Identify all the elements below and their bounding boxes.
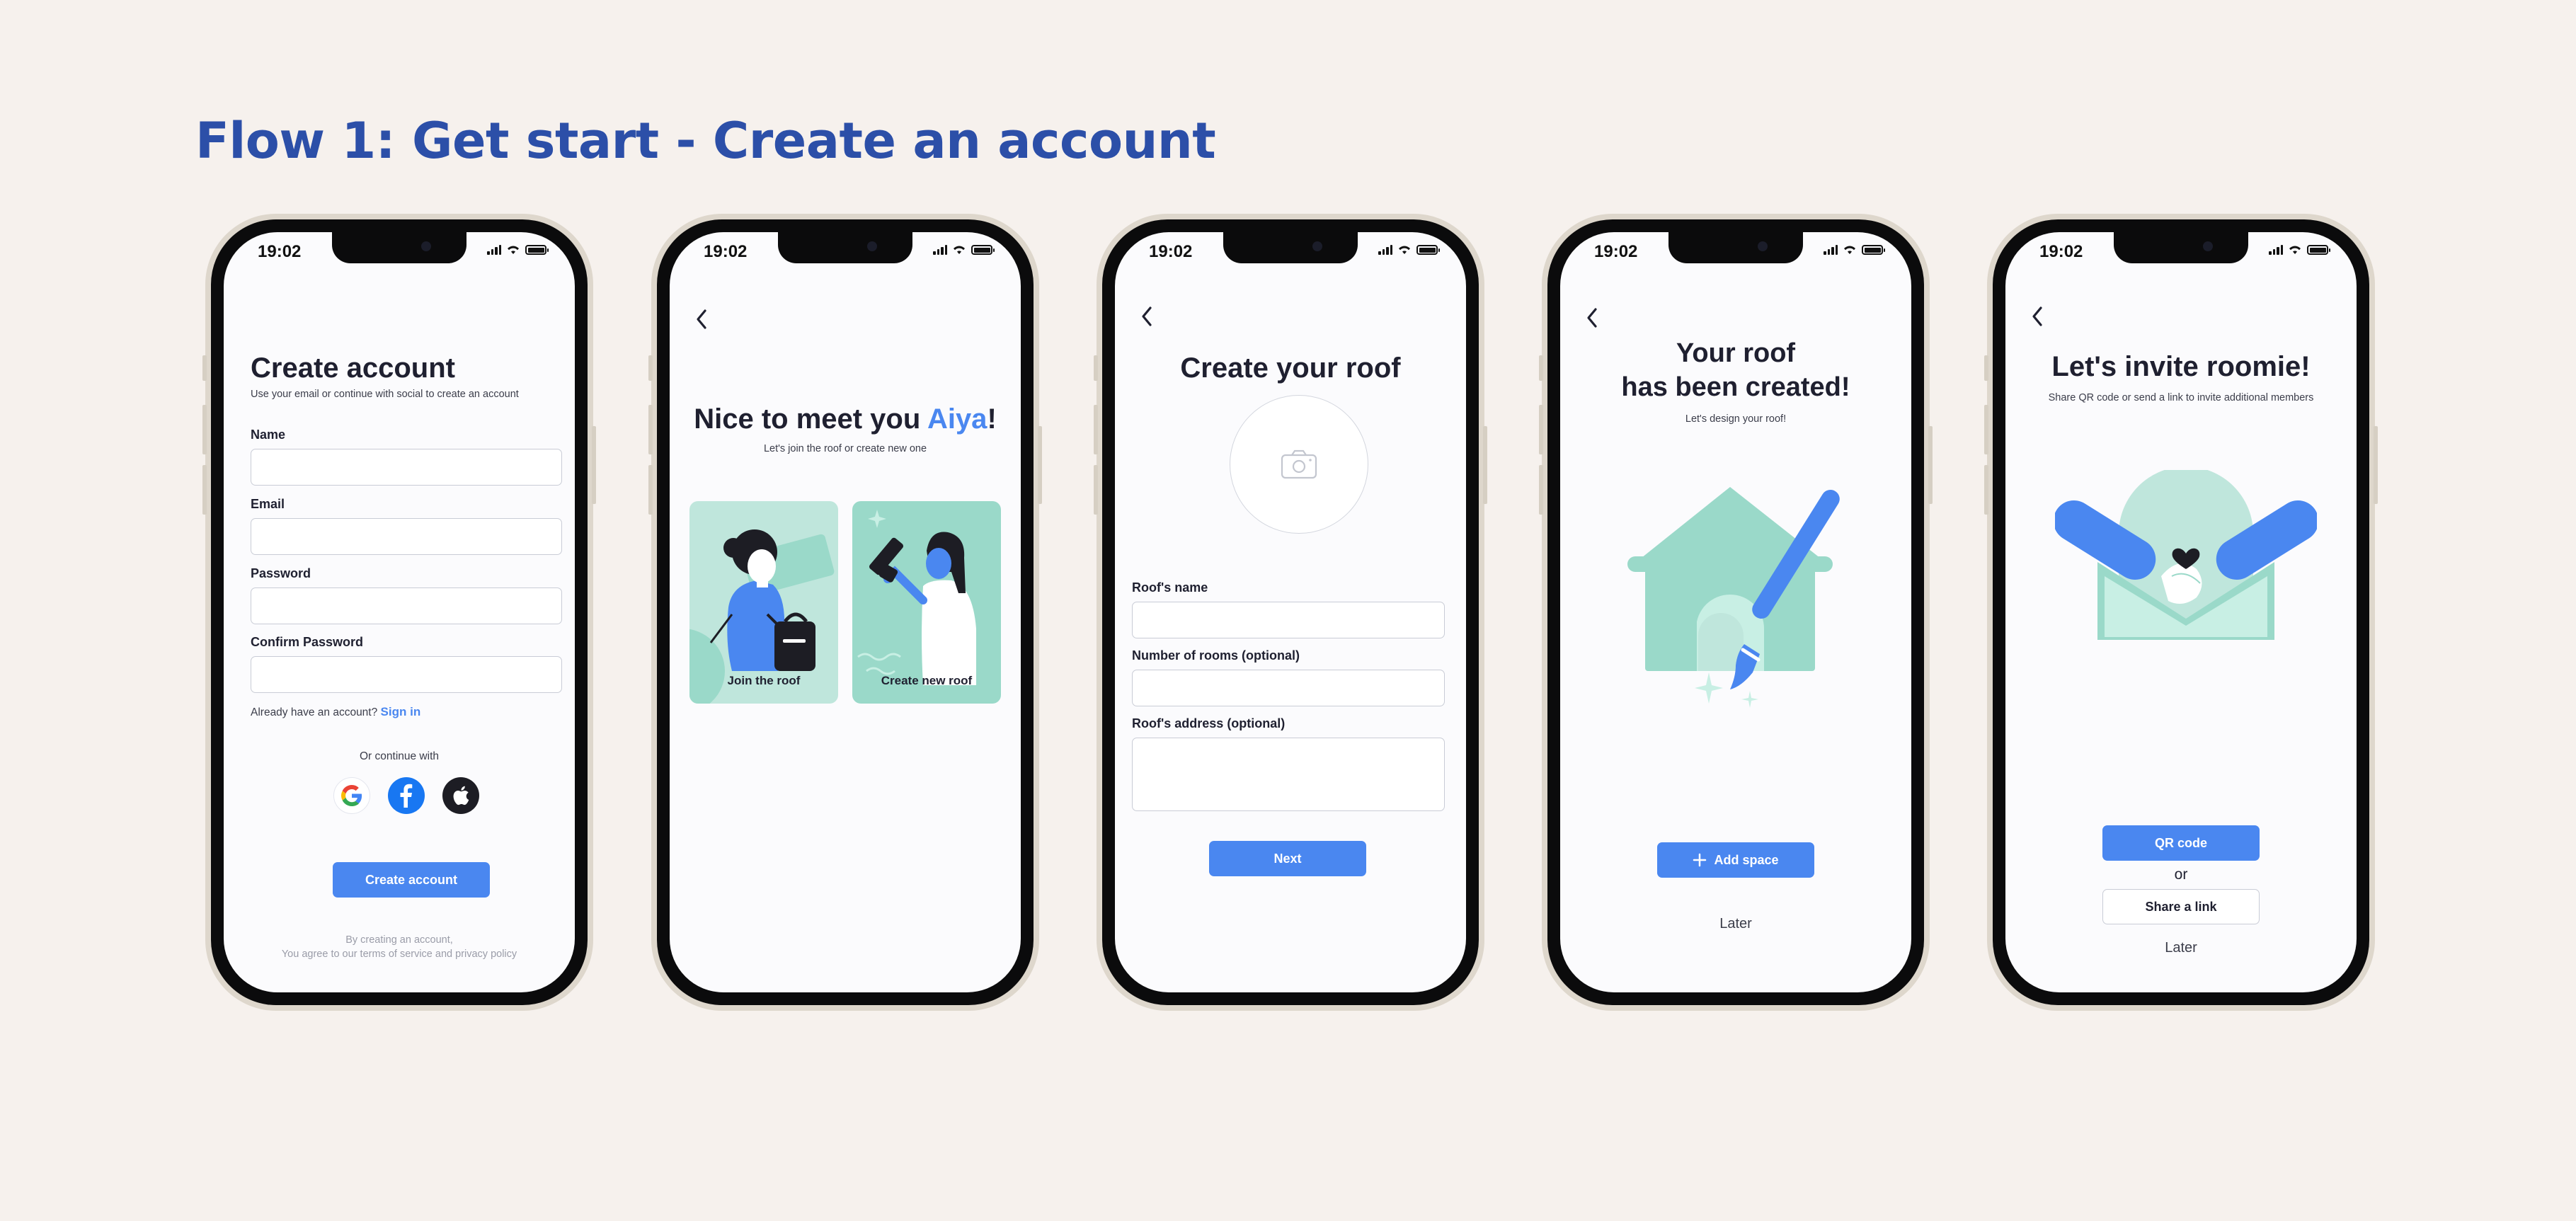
phone-invite: 19:02 Let's invite roomie! Share QR code… xyxy=(1984,214,2378,1011)
screen-create-account: 19:02 Create account Use your email or c… xyxy=(224,232,575,992)
have-account-text: Already have an account? xyxy=(251,706,378,718)
screen-roof-created: 19:02 Your roof has been created! Let's … xyxy=(1560,232,1911,992)
welcome-subtitle: Let's join the roof or create new one xyxy=(763,443,927,454)
confirm-password-label: Confirm Password xyxy=(251,635,364,649)
facebook-icon[interactable] xyxy=(388,777,425,814)
wifi-icon xyxy=(508,246,519,254)
or-continue-text: Or continue with xyxy=(360,750,439,762)
rooms-field[interactable] xyxy=(1132,670,1445,706)
handshake-illustration xyxy=(2055,470,2317,640)
create-roof-card[interactable]: Create new roof xyxy=(852,501,1001,704)
title-line-1: Your roof xyxy=(1676,338,1796,368)
signal-icon xyxy=(933,245,947,255)
phone-welcome: 19:02 Nice to meet you Aiya! Let's join … xyxy=(648,214,1042,1011)
status-icons xyxy=(2269,244,2330,255)
join-roof-label: Join the roof xyxy=(727,674,801,687)
status-time: 19:02 xyxy=(1594,242,1638,261)
later-link[interactable]: Later xyxy=(2005,940,2357,956)
wifi-icon xyxy=(1844,246,1855,254)
legal-line-2: You agree to our terms of service and pr… xyxy=(281,948,517,960)
camera-icon xyxy=(1281,449,1317,479)
screen-title: Create your roof xyxy=(1180,352,1401,384)
status-time: 19:02 xyxy=(1149,242,1193,261)
status-icons xyxy=(487,244,549,255)
page-title: Flow 1: Get start - Create an account xyxy=(195,112,1216,170)
join-roof-card[interactable]: Join the roof xyxy=(689,501,838,704)
wifi-icon xyxy=(954,246,965,254)
back-arrow-icon[interactable] xyxy=(1583,306,1603,330)
later-link[interactable]: Later xyxy=(1560,916,1911,932)
phone-create-account: 19:02 Create account Use your email or c… xyxy=(202,214,596,1011)
wifi-icon xyxy=(1399,246,1410,254)
add-space-button[interactable]: Add space xyxy=(1657,842,1814,878)
password-label: Password xyxy=(251,566,311,580)
status-time: 19:02 xyxy=(2039,242,2083,261)
battery-icon xyxy=(971,245,995,255)
roof-photo-picker[interactable] xyxy=(1230,395,1368,534)
phone-roof-created: 19:02 Your roof has been created! Let's … xyxy=(1539,214,1933,1011)
status-icons xyxy=(933,244,995,255)
battery-icon xyxy=(525,245,549,255)
create-account-button[interactable]: Create account xyxy=(333,862,490,898)
plus-icon xyxy=(1693,853,1707,867)
back-arrow-icon[interactable] xyxy=(1138,304,1157,328)
qr-code-button[interactable]: QR code xyxy=(2102,825,2260,861)
name-field[interactable] xyxy=(251,449,562,486)
phone-create-roof: 19:02 Create your roof Roof's name Numbe… xyxy=(1094,214,1487,1011)
password-field[interactable] xyxy=(251,587,562,624)
google-icon[interactable] xyxy=(333,777,370,814)
welcome-title: Nice to meet you Aiya! xyxy=(694,403,997,435)
or-text: or xyxy=(2174,866,2188,883)
name-label: Name xyxy=(251,428,286,442)
screen-subtitle: Let's design your roof! xyxy=(1685,413,1787,425)
screen-title: Create account xyxy=(251,352,455,384)
email-label: Email xyxy=(251,497,285,511)
battery-icon xyxy=(1862,245,1885,255)
share-link-button[interactable]: Share a link xyxy=(2102,889,2260,924)
status-time: 19:02 xyxy=(258,242,302,261)
apple-icon[interactable] xyxy=(442,777,479,814)
screen-create-roof: 19:02 Create your roof Roof's name Numbe… xyxy=(1115,232,1466,992)
status-icons xyxy=(1378,244,1440,255)
signal-icon xyxy=(487,245,501,255)
battery-icon xyxy=(2307,245,2330,255)
user-name: Aiya xyxy=(927,403,988,435)
screen-subtitle: Share QR code or send a link to invite a… xyxy=(2048,392,2314,403)
roof-name-field[interactable] xyxy=(1132,602,1445,638)
rooms-label: Number of rooms (optional) xyxy=(1132,648,1300,663)
back-arrow-icon[interactable] xyxy=(2028,304,2048,328)
roof-name-label: Roof's name xyxy=(1132,580,1208,595)
back-arrow-icon[interactable] xyxy=(692,307,712,331)
legal-line-1: By creating an account, xyxy=(345,934,453,946)
signal-icon xyxy=(1378,245,1392,255)
address-label: Roof's address (optional) xyxy=(1132,716,1286,730)
screen-subtitle: Use your email or continue with social t… xyxy=(251,389,519,400)
status-icons xyxy=(1824,244,1885,255)
status-time: 19:02 xyxy=(704,242,748,261)
address-field[interactable] xyxy=(1132,738,1445,811)
email-field[interactable] xyxy=(251,518,562,555)
screen-invite: 19:02 Let's invite roomie! Share QR code… xyxy=(2005,232,2357,992)
title-line-2: has been created! xyxy=(1621,372,1850,402)
create-roof-label: Create new roof xyxy=(881,674,973,687)
sign-in-prompt: Already have an account? Sign in xyxy=(251,705,420,719)
confirm-password-field[interactable] xyxy=(251,656,562,693)
screen-title: Let's invite roomie! xyxy=(2051,351,2311,382)
next-button[interactable]: Next xyxy=(1209,841,1366,876)
battery-icon xyxy=(1416,245,1440,255)
sign-in-link[interactable]: Sign in xyxy=(381,705,421,718)
signal-icon xyxy=(1824,245,1838,255)
screen-welcome: 19:02 Nice to meet you Aiya! Let's join … xyxy=(670,232,1021,992)
house-paint-illustration xyxy=(1627,487,1840,708)
wifi-icon xyxy=(2289,246,2301,254)
signal-icon xyxy=(2269,245,2283,255)
